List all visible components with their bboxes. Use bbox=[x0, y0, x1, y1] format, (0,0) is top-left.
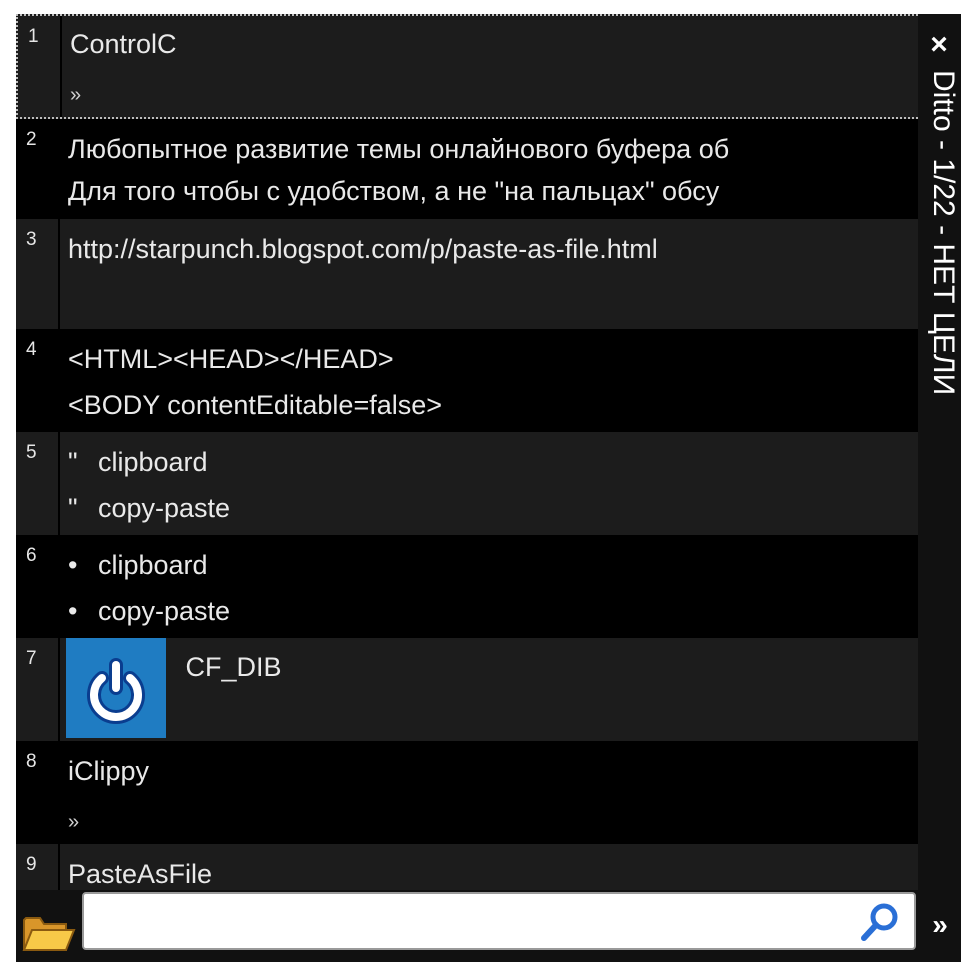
clip-row-2[interactable]: 2 Любопытное развитие темы онлайнового б… bbox=[16, 119, 918, 219]
clip-number: 1 bbox=[18, 16, 62, 117]
ditto-window: 1 ControlC » 2 Любопытное развитие темы … bbox=[0, 0, 961, 962]
clip-text-line: ControlC bbox=[70, 29, 177, 59]
clip-text-line: Любопытное развитие темы онлайнового буф… bbox=[68, 134, 730, 164]
clip-text-line: PasteAsFile bbox=[68, 859, 213, 889]
list-bullet: • bbox=[68, 550, 78, 580]
clip-row-7[interactable]: 7 CF_DIB bbox=[16, 638, 918, 741]
clip-text-line: copy-paste bbox=[98, 493, 231, 523]
clip-row-4[interactable]: 4 <HTML><HEAD></HEAD> <BODY contentEdita… bbox=[16, 329, 918, 432]
clip-text-line: <HTML><HEAD></HEAD> bbox=[68, 344, 394, 374]
search-icon[interactable] bbox=[858, 900, 902, 944]
clip-text-line: http://starpunch.blogspot.com/p/paste-as… bbox=[68, 234, 658, 264]
clip-row-5[interactable]: 5 " clipboard " copy-paste bbox=[16, 432, 918, 535]
clip-number: 7 bbox=[16, 638, 60, 741]
list-bullet: • bbox=[68, 596, 78, 626]
clip-text-line: <BODY contentEditable=false> bbox=[68, 390, 443, 420]
clip-row-9[interactable]: 9 PasteAsFile bbox=[16, 844, 918, 890]
image-thumbnail bbox=[66, 638, 166, 738]
clip-list[interactable]: 1 ControlC » 2 Любопытное развитие темы … bbox=[16, 14, 918, 890]
clip-number: 3 bbox=[16, 219, 60, 329]
expand-icon[interactable]: » bbox=[920, 900, 960, 950]
clip-row-8[interactable]: 8 iClippy » bbox=[16, 741, 918, 844]
clip-text-line: clipboard bbox=[98, 550, 208, 580]
folder-icon[interactable] bbox=[22, 912, 76, 954]
clip-number: 2 bbox=[16, 119, 60, 219]
more-indicator: » bbox=[68, 811, 80, 833]
clip-text-line: iClippy bbox=[68, 756, 150, 786]
clip-text-line: copy-paste bbox=[98, 596, 231, 626]
quote-bullet: " bbox=[68, 447, 78, 477]
clip-text-line: Для того чтобы с удобством, а не "на пал… bbox=[68, 176, 720, 206]
clip-row-6[interactable]: 6 • clipboard • copy-paste bbox=[16, 535, 918, 638]
power-icon bbox=[87, 658, 145, 724]
clip-number: 9 bbox=[16, 844, 60, 890]
quote-bullet: " bbox=[68, 493, 78, 523]
clip-number: 6 bbox=[16, 535, 60, 638]
close-icon[interactable]: × bbox=[920, 30, 958, 60]
clip-number: 4 bbox=[16, 329, 60, 432]
more-indicator: » bbox=[70, 84, 82, 106]
search-input[interactable] bbox=[82, 892, 916, 950]
clip-number: 8 bbox=[16, 741, 60, 844]
window-title: Ditto - 1/22 - НЕТ ЦЕЛИ bbox=[927, 70, 960, 396]
clip-row-1[interactable]: 1 ControlC » bbox=[16, 14, 918, 119]
clip-row-3[interactable]: 3 http://starpunch.blogspot.com/p/paste-… bbox=[16, 219, 918, 329]
clip-format-label: CF_DIB bbox=[185, 652, 282, 682]
clip-number: 5 bbox=[16, 432, 60, 535]
clip-text-line: clipboard bbox=[98, 447, 208, 477]
